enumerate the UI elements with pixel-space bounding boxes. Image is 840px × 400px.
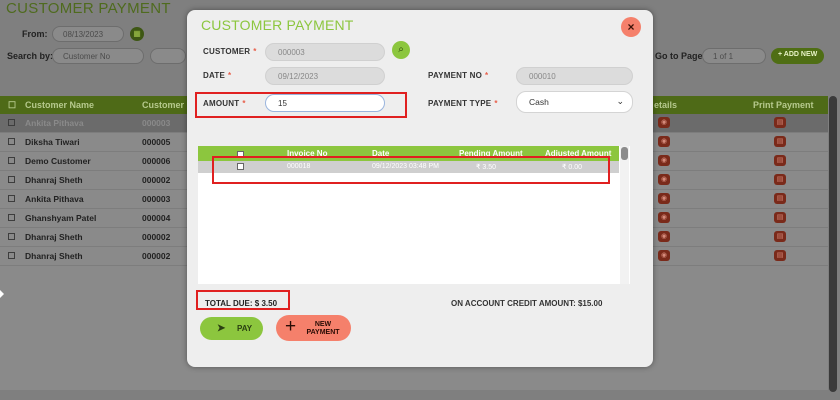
search-icon[interactable]: ⌕ [392,41,410,59]
send-icon: ➤ [217,323,226,334]
print-icon[interactable]: ▤ [774,212,786,223]
customer-no: 000002 [142,232,171,242]
col-print-payment: Print Payment [753,100,814,110]
on-account-credit: ON ACCOUNT CREDIT AMOUNT: $15.00 [451,299,603,308]
customer-name: Dhanraj Sheth [25,175,83,185]
customer-name: Ankita Pithava [25,194,84,204]
customer-label: CUSTOMER * [203,47,257,56]
row-checkbox[interactable] [8,138,15,145]
customer-name: Ankita Pithava [25,118,84,128]
eye-icon[interactable]: ◉ [658,212,670,223]
row-checkbox[interactable] [8,195,15,202]
customer-no: 000002 [142,251,171,261]
grid-scrollbar[interactable] [620,146,629,284]
eye-icon[interactable]: ◉ [658,136,670,147]
print-icon[interactable]: ▤ [774,250,786,261]
print-icon[interactable]: ▤ [774,193,786,204]
invoice-row-highlight-box [212,156,610,184]
amount-highlight-box [195,92,407,118]
search-by-label: Search by: [7,51,54,61]
pay-button[interactable]: ➤ PAY [200,317,263,340]
col-details: etails [654,100,678,110]
payment-no-input[interactable]: 000010 [516,67,633,85]
eye-icon[interactable]: ◉ [658,250,670,261]
payment-no-label: PAYMENT NO * [428,71,489,80]
eye-icon[interactable]: ◉ [658,231,670,242]
row-checkbox[interactable] [8,233,15,240]
close-icon[interactable]: × [621,17,641,37]
go-to-page-label: Go to Page [655,51,703,61]
customer-no: 000003 [142,118,171,128]
customer-no: 000005 [142,137,171,147]
payment-type-select[interactable]: Cash ⌄ [516,91,633,113]
print-icon[interactable]: ▤ [774,136,786,147]
page-value: 1 of 1 [713,52,734,61]
print-icon[interactable]: ▤ [774,155,786,166]
pay-label: PAY [237,324,253,333]
customer-no: 000006 [142,156,171,166]
customer-payment-modal: CUSTOMER PAYMENT × CUSTOMER * 000003 ⌕ DA… [187,10,653,367]
chevron-down-icon: ⌄ [616,96,624,106]
modal-title: CUSTOMER PAYMENT [201,17,354,33]
row-checkbox[interactable] [8,214,15,221]
page-scrollbar[interactable] [829,96,837,392]
add-new-button[interactable]: + ADD NEW [771,48,825,64]
customer-name: Dhanraj Sheth [25,251,83,261]
search-text-input[interactable] [150,48,186,64]
date-label: DATE * [203,71,232,80]
customer-input[interactable]: 000003 [265,43,385,61]
col-customer-name: Customer Name [25,100,95,110]
payment-type-label: PAYMENT TYPE * [428,99,498,108]
calendar-icon[interactable]: ▦ [130,27,144,41]
search-by-value: Customer No [63,52,111,61]
customer-name: Dhanraj Sheth [25,232,83,242]
mouse-cursor-icon [0,290,4,298]
from-label: From: [22,29,48,39]
customer-no: 000002 [142,175,171,185]
eye-icon[interactable]: ◉ [658,117,670,128]
customer-name: Diksha Tiwari [25,137,80,147]
date-input[interactable]: 09/12/2023 [265,67,385,85]
total-due-highlight-box [196,290,290,310]
customer-no: 000003 [142,194,171,204]
row-checkbox[interactable] [8,176,15,183]
row-checkbox[interactable] [8,157,15,164]
col-customer-no: Customer N [142,100,194,110]
customer-name: Ghanshyam Patel [25,213,97,223]
header-checkbox[interactable]: ☐ [8,100,16,111]
new-payment-button[interactable]: + NEW PAYMENT [276,315,351,341]
row-checkbox[interactable] [8,119,15,126]
page-title: CUSTOMER PAYMENT [6,0,171,17]
row-checkbox[interactable] [8,252,15,259]
from-date-input[interactable]: 08/13/2023 [52,26,124,42]
payment-type-value: Cash [529,97,549,107]
search-by-select[interactable]: Customer No [52,48,144,64]
eye-icon[interactable]: ◉ [658,193,670,204]
grid-scroll-thumb[interactable] [621,147,628,160]
new-payment-label: NEW PAYMENT [306,321,340,336]
plus-icon: + [285,316,297,337]
print-icon[interactable]: ▤ [774,117,786,128]
customer-name: Demo Customer [25,156,91,166]
eye-icon[interactable]: ◉ [658,174,670,185]
page-select[interactable]: 1 of 1 [702,48,766,64]
eye-icon[interactable]: ◉ [658,155,670,166]
customer-no: 000004 [142,213,171,223]
print-icon[interactable]: ▤ [774,231,786,242]
print-icon[interactable]: ▤ [774,174,786,185]
